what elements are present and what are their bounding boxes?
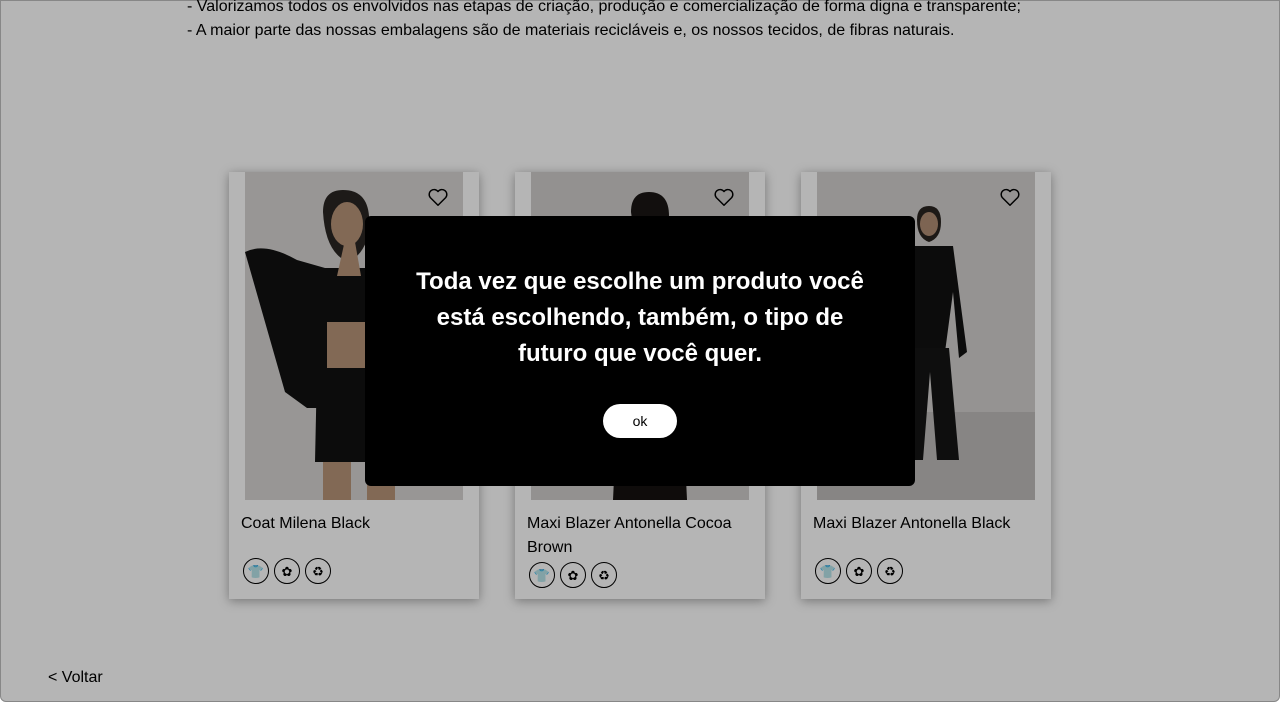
ok-button[interactable]: ok [603,404,677,438]
modal-message: Toda vez que escolhe um produto você est… [416,268,864,367]
message-modal: Toda vez que escolhe um produto você est… [365,216,915,486]
